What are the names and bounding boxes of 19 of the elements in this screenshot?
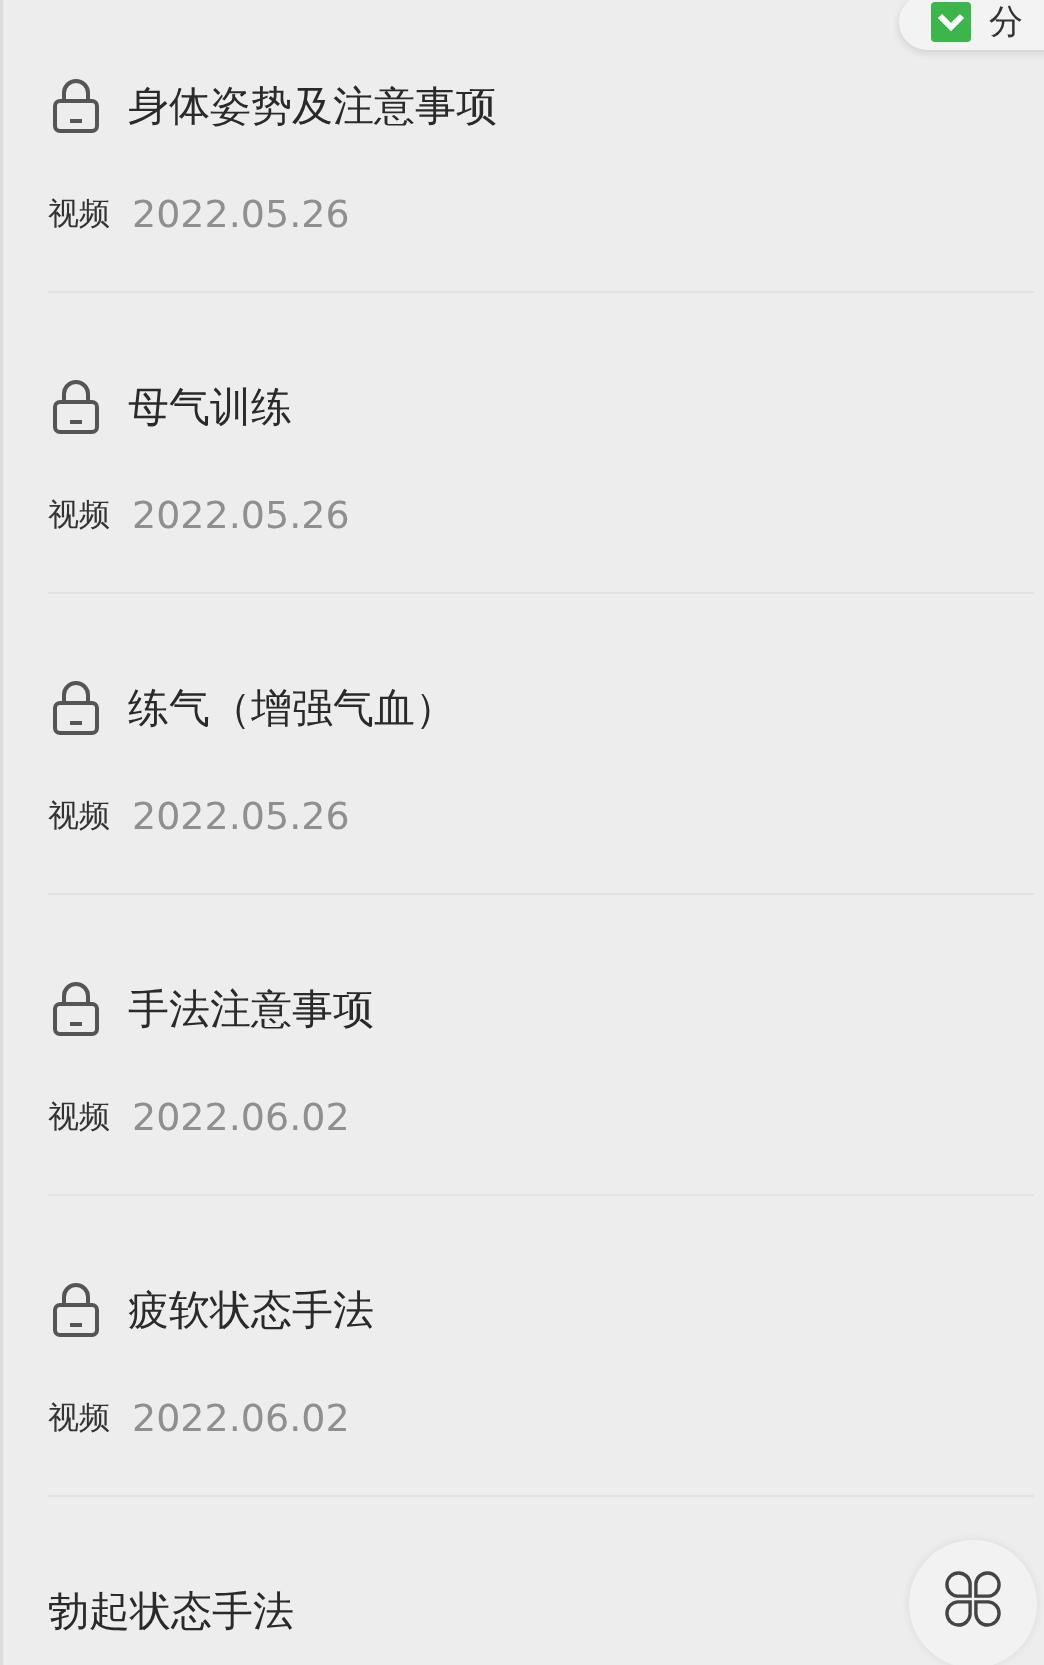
lesson-title[interactable]: 疲软状态手法 [128, 1282, 374, 1338]
lesson-title[interactable]: 练气（增强气血） [128, 680, 456, 736]
lesson-type: 视频 [48, 1398, 110, 1437]
lesson-date: 2022.05.26 [132, 493, 350, 537]
lesson-type: 视频 [48, 796, 110, 835]
lesson-type: 视频 [48, 1097, 110, 1136]
lesson-type: 视频 [48, 194, 110, 233]
lesson-title[interactable]: 手法注意事项 [128, 981, 374, 1037]
lesson-type: 视频 [48, 495, 110, 534]
share-button[interactable]: 分 [899, 0, 1044, 50]
lesson-date: 2022.06.02 [132, 1396, 350, 1440]
check-icon [931, 2, 971, 42]
lesson-date: 2022.05.26 [132, 192, 350, 236]
lesson-date: 2022.05.26 [132, 794, 350, 838]
lesson-title[interactable]: 母气训练 [128, 379, 292, 435]
lesson-title[interactable]: 勃起状态手法 [48, 1583, 294, 1639]
lesson-date: 2022.06.02 [132, 1095, 350, 1139]
clover-icon [944, 1570, 1002, 1628]
lesson-title[interactable]: 身体姿势及注意事项 [128, 78, 497, 134]
